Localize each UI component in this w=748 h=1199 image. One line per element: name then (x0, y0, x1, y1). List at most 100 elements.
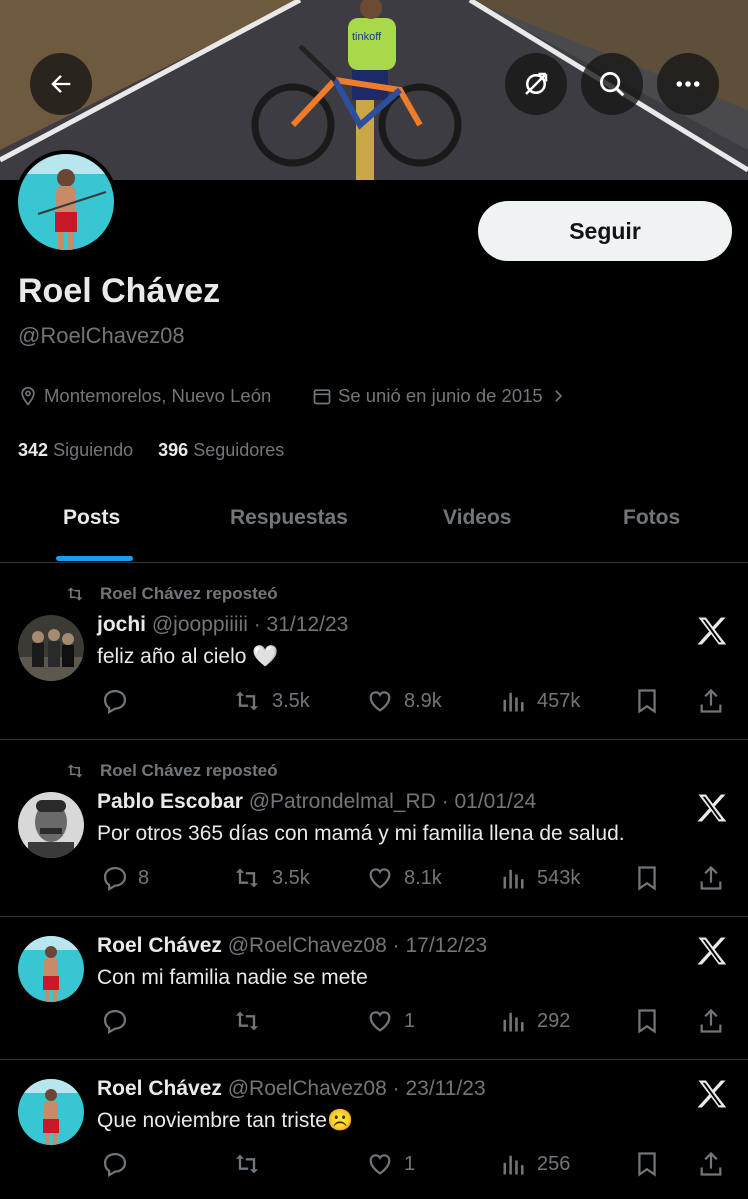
repost-indicator: Roel Chávez reposteó (62, 584, 278, 604)
author-handle[interactable]: @Patrondelmal_RD (249, 790, 436, 813)
more-button[interactable] (657, 53, 719, 115)
avatar[interactable] (18, 1079, 84, 1145)
share-button[interactable] (696, 687, 734, 715)
like-count: 1 (404, 1152, 416, 1175)
reply-icon (103, 1152, 127, 1178)
views-count: 292 (537, 1009, 571, 1032)
like-button[interactable]: 8.1k (364, 864, 442, 892)
author-handle[interactable]: @RoelChavez08 (228, 934, 387, 957)
repost-text: Roel Chávez reposteó (100, 584, 278, 603)
post-item[interactable]: Roel Chávez reposteó Pablo Escobar @Patr… (0, 740, 748, 917)
reply-icon (103, 1009, 127, 1035)
like-count: 1 (404, 1009, 416, 1032)
post-text: Que noviembre tan triste☹️ (97, 1109, 354, 1132)
heart-icon (369, 691, 391, 712)
post-header: Roel Chávez @RoelChavez08 · 17/12/23 (97, 934, 487, 958)
repost-indicator: Roel Chávez reposteó (62, 761, 278, 781)
location-pin-icon (21, 386, 35, 406)
author-handle[interactable]: @RoelChavez08 (228, 1077, 387, 1100)
jersey-text: tinkoff (352, 31, 382, 43)
post-date: · 01/01/24 (441, 790, 537, 813)
post-date: · 31/12/23 (253, 613, 349, 636)
bookmark-button[interactable] (632, 1150, 670, 1178)
heart-icon (369, 1011, 391, 1032)
views-button[interactable]: 292 (499, 1007, 570, 1035)
views-count: 543k (537, 866, 581, 889)
like-button[interactable]: 8.9k (364, 687, 442, 715)
views-count: 256 (537, 1152, 571, 1175)
bookmark-button[interactable] (632, 864, 670, 892)
followers-link[interactable]: 396 Seguidores (158, 440, 284, 460)
hide-button[interactable] (505, 53, 567, 115)
avatar-photo (18, 1079, 84, 1145)
bookmark-icon (638, 866, 656, 891)
analytics-icon (503, 692, 524, 712)
share-button[interactable] (696, 1150, 734, 1178)
share-button[interactable] (696, 864, 734, 892)
arrow-left-icon (51, 75, 71, 93)
profile-joined[interactable]: Se unió en junio de 2015 (312, 385, 567, 407)
author-name[interactable]: Roel Chávez (97, 934, 222, 957)
repost-button[interactable] (230, 1150, 272, 1178)
avatar[interactable] (18, 792, 84, 858)
bookmark-icon (638, 1152, 656, 1177)
views-button[interactable]: 256 (499, 1150, 570, 1178)
avatar-photo (18, 154, 114, 250)
like-count: 8.9k (404, 689, 442, 712)
views-button[interactable]: 457k (499, 687, 580, 715)
search-button[interactable] (581, 53, 643, 115)
author-name[interactable]: Pablo Escobar (97, 790, 243, 813)
author-name[interactable]: jochi (97, 613, 146, 636)
search-icon (600, 72, 625, 97)
analytics-icon (503, 869, 524, 889)
bookmark-button[interactable] (632, 687, 670, 715)
avatar-photo (18, 615, 84, 681)
tab-fotos[interactable]: Fotos (623, 506, 680, 530)
x-logo-icon[interactable] (694, 790, 730, 826)
profile-avatar[interactable] (14, 150, 118, 254)
following-link[interactable]: 342 Siguiendo (18, 440, 133, 460)
views-button[interactable]: 543k (499, 864, 580, 892)
x-logo-icon[interactable] (694, 613, 730, 649)
reply-button[interactable] (100, 1007, 138, 1035)
post-header: Pablo Escobar @Patrondelmal_RD · 01/01/2… (97, 790, 536, 814)
repost-icon (235, 1154, 259, 1174)
active-tab-indicator (56, 556, 133, 561)
reply-button[interactable] (100, 1150, 138, 1178)
back-button[interactable] (30, 53, 92, 115)
reply-button[interactable] (100, 687, 138, 715)
avatar[interactable] (18, 936, 84, 1002)
repost-icon (235, 691, 259, 711)
x-logo-icon[interactable] (694, 933, 730, 969)
repost-button[interactable] (230, 1007, 272, 1035)
share-icon (700, 1008, 722, 1033)
share-button[interactable] (696, 1007, 734, 1035)
repost-button[interactable]: 3.5k (230, 864, 310, 892)
bookmark-button[interactable] (632, 1007, 670, 1035)
bookmark-icon (638, 1009, 656, 1034)
post-text: Por otros 365 días con mamá y mi familia… (97, 822, 625, 845)
like-count: 8.1k (404, 866, 442, 889)
tab-respuestas[interactable]: Respuestas (230, 506, 348, 530)
repost-button[interactable]: 3.5k (230, 687, 310, 715)
author-handle[interactable]: @jooppiiiii (152, 613, 248, 636)
post-item[interactable]: Roel Chávez reposteó jochi @jooppiiiii ·… (0, 563, 748, 740)
post-item[interactable]: Roel Chávez @RoelChavez08 · 23/11/23 Que… (0, 1060, 748, 1199)
like-button[interactable]: 1 (364, 1007, 415, 1035)
profile-location: Montemorelos, Nuevo León (18, 385, 271, 407)
reply-button[interactable]: 8 (100, 864, 149, 892)
avatar[interactable] (18, 615, 84, 681)
tab-posts[interactable]: Posts (63, 506, 120, 530)
hide-icon (525, 72, 548, 95)
post-header: jochi @jooppiiiii · 31/12/23 (97, 613, 348, 637)
repost-icon (67, 764, 83, 778)
tab-videos[interactable]: Videos (443, 506, 511, 530)
author-name[interactable]: Roel Chávez (97, 1077, 222, 1100)
post-item[interactable]: Roel Chávez @RoelChavez08 · 17/12/23 Con… (0, 917, 748, 1060)
profile-handle: @RoelChavez08 (18, 323, 185, 348)
following-count: 342 (18, 440, 49, 460)
followers-count: 396 (158, 440, 189, 460)
follow-button[interactable]: Seguir (478, 201, 732, 261)
like-button[interactable]: 1 (364, 1150, 415, 1178)
x-logo-icon[interactable] (694, 1076, 730, 1112)
